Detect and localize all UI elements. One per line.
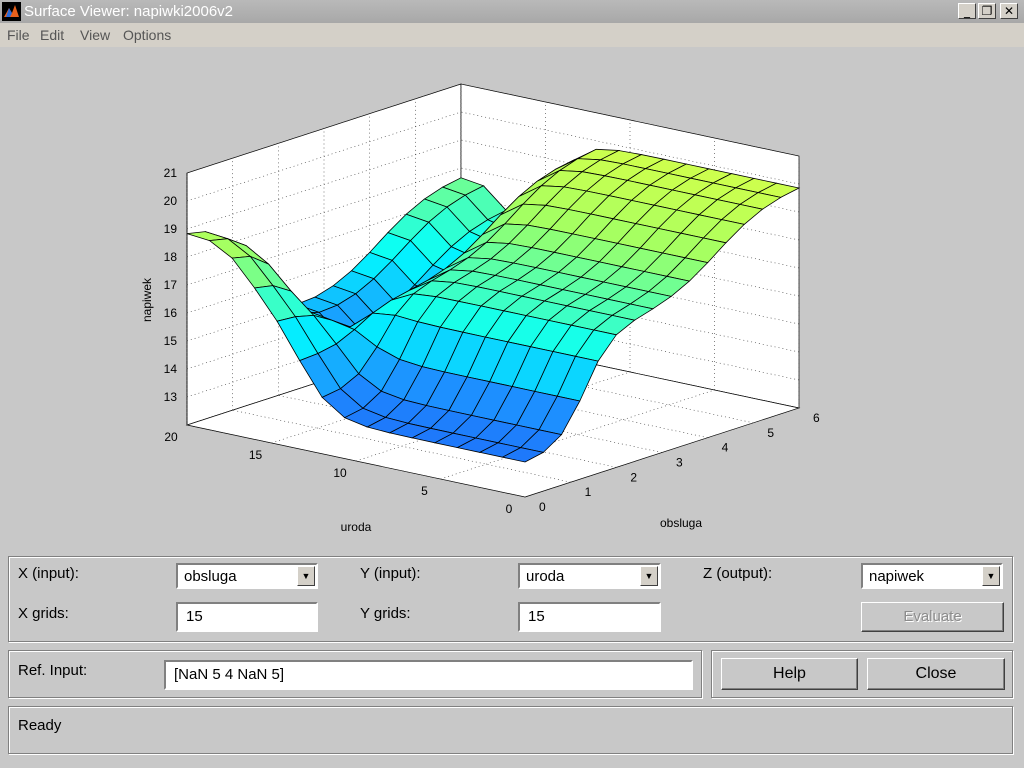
close-window-button[interactable]: ✕ [1000,3,1018,19]
z-axis-label: napiwek [140,277,154,322]
y-input-select[interactable]: uroda ▼ [518,563,661,589]
y-tick-label: 10 [333,466,347,480]
matlab-icon [2,2,21,21]
z-tick-label: 15 [164,334,178,348]
y-grids-input[interactable]: 15 [518,602,661,632]
y-tick-label: 5 [421,484,428,498]
menu-edit[interactable]: Edit [40,27,64,43]
ref-input-label: Ref. Input: [18,662,88,679]
close-button[interactable]: Close [867,658,1005,690]
x-tick-label: 6 [813,411,820,425]
y-tick-label: 20 [164,430,178,444]
close-icon: ✕ [1003,4,1015,18]
z-tick-label: 18 [164,250,178,264]
x-input-label: X (input): [18,565,79,582]
button-panel: Help Close [711,650,1013,698]
z-output-label: Z (output): [703,565,773,582]
x-tick-label: 1 [585,485,592,499]
chevron-down-icon: ▼ [982,566,1000,586]
x-grids-input[interactable]: 15 [176,602,318,632]
z-tick-label: 16 [164,306,178,320]
title-bar: Surface Viewer: napiwki2006v2 _ ❐ ✕ [0,0,1024,23]
z-tick-label: 20 [164,194,178,208]
restore-icon: ❐ [981,4,993,18]
y-axis-label: uroda [341,520,372,534]
z-tick-label: 19 [164,222,178,236]
x-axis-label: obsluga [660,516,702,530]
z-tick-label: 14 [164,362,178,376]
status-panel: Ready [8,706,1013,754]
y-tick-label: 15 [249,448,263,462]
z-output-select[interactable]: napiwek ▼ [861,563,1003,589]
x-input-select[interactable]: obsluga ▼ [176,563,318,589]
x-tick-label: 3 [676,456,683,470]
status-text: Ready [18,717,62,734]
x-tick-label: 0 [539,500,546,514]
menu-bar: File Edit View Options [0,23,1024,47]
menu-view[interactable]: View [80,27,110,43]
z-tick-label: 13 [164,390,178,404]
help-button[interactable]: Help [721,658,858,690]
axes-control-panel: X (input): obsluga ▼ Y (input): uroda ▼ … [8,556,1013,642]
surface-plot[interactable]: 012345605101520131415161718192021 uroda … [0,47,1024,542]
y-grids-label: Y grids: [360,605,411,622]
ref-input-field[interactable]: [NaN 5 4 NaN 5] [164,660,693,690]
chevron-down-icon: ▼ [297,566,315,586]
window-title: Surface Viewer: napiwki2006v2 [24,3,234,20]
menu-options[interactable]: Options [123,27,171,43]
z-tick-label: 17 [164,278,178,292]
y-tick-label: 0 [506,502,513,516]
chevron-down-icon: ▼ [640,566,658,586]
z-tick-label: 21 [164,166,178,180]
minimize-icon: _ [964,4,970,18]
ref-input-panel: Ref. Input: [NaN 5 4 NaN 5] [8,650,702,698]
minimize-button[interactable]: _ [958,3,976,19]
x-tick-label: 5 [767,426,774,440]
restore-button[interactable]: ❐ [978,3,996,19]
menu-file[interactable]: File [7,27,30,43]
evaluate-button[interactable]: Evaluate [861,602,1004,632]
x-tick-label: 2 [630,470,637,484]
x-tick-label: 4 [722,441,729,455]
x-grids-label: X grids: [18,605,69,622]
y-input-label: Y (input): [360,565,421,582]
